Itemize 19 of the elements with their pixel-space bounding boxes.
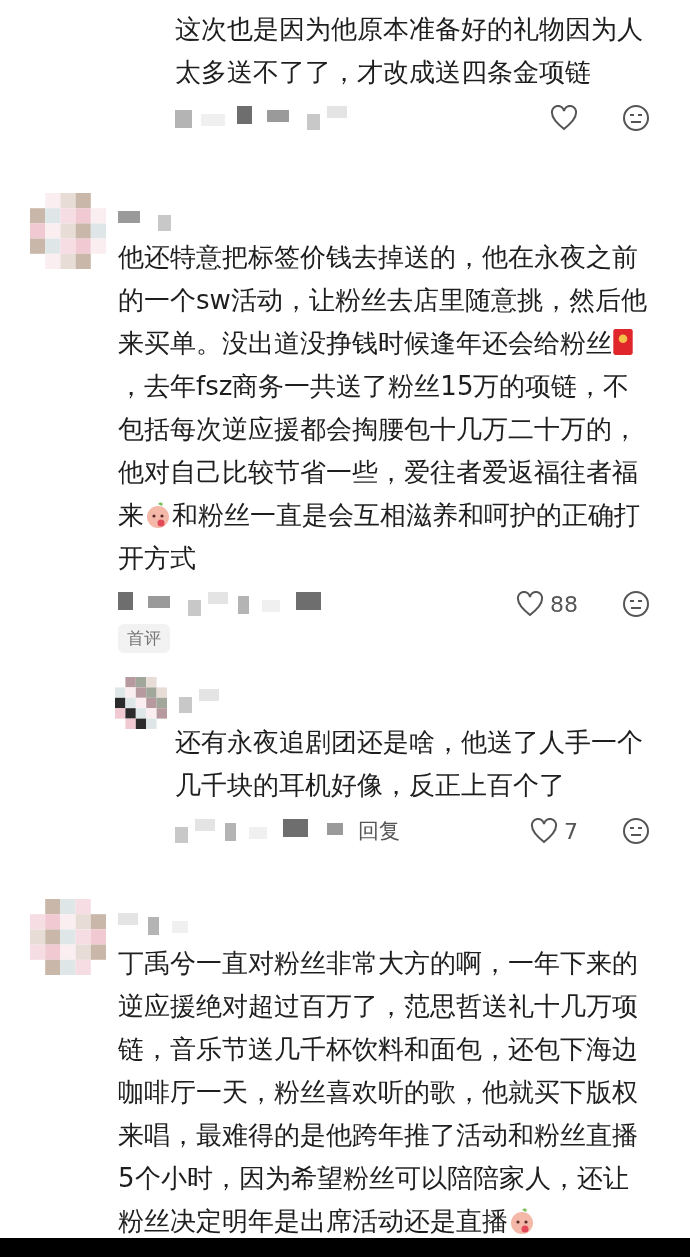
face-icon[interactable] xyxy=(622,104,650,132)
pixelated-avatar-drawing xyxy=(115,677,167,729)
comment-text: 这次也是因为他原本准备好的礼物因为人太多送不了了，才改成送四条金项链 xyxy=(175,13,644,89)
reply-link[interactable]: 回复 xyxy=(358,817,400,845)
heart-icon[interactable] xyxy=(550,105,578,131)
like-count: 7 xyxy=(564,818,578,844)
heart-icon[interactable] xyxy=(516,591,544,617)
like-count: 88 xyxy=(550,591,578,617)
face-icon[interactable] xyxy=(622,590,650,618)
envelope-icon xyxy=(612,328,634,356)
pixelated-text-drawing xyxy=(118,913,188,937)
heart-icon[interactable] xyxy=(530,818,558,844)
comment-text: 他还特意把标签价钱去掉送的，他在永夜之前的一个sw活动，让粉丝去店里随意挑，然后他来买单。没出道没挣钱时候逢年还会给粉丝 ，去年fsz商务一共送了粉丝15万的项链，不包括每次逆应援都会掏腰包十几万二十万的，他对自己比较节省一些，爱往者爱返福往者福来 和粉丝一直是会互相滋养和呵护的正确打开方式 xyxy=(118,241,648,575)
peach-face-icon xyxy=(144,501,172,529)
peach-face-icon xyxy=(508,1207,536,1235)
comment-text: 丁禹兮一直对粉丝非常大方的啊，一年下来的逆应援绝对超过百万了，范思哲送礼十几万项链，音乐节送几千杯饮料和面包，还包下海边咖啡厅一天，粉丝喜欢听的歌，他就买下版权来唱，最难得的是他跨年推了活动和粉丝直播5个小时，因为希望粉丝可以陪陪家人，还让粉丝决定明年是出席活动还是直播 xyxy=(118,947,639,1238)
comment-text: 还有永夜追剧团还是啥，他送了人手一个几千块的耳机好像，反正上百个了 xyxy=(175,726,644,802)
first-comment-tag: 首评 xyxy=(118,624,170,653)
face-icon[interactable] xyxy=(622,817,650,845)
